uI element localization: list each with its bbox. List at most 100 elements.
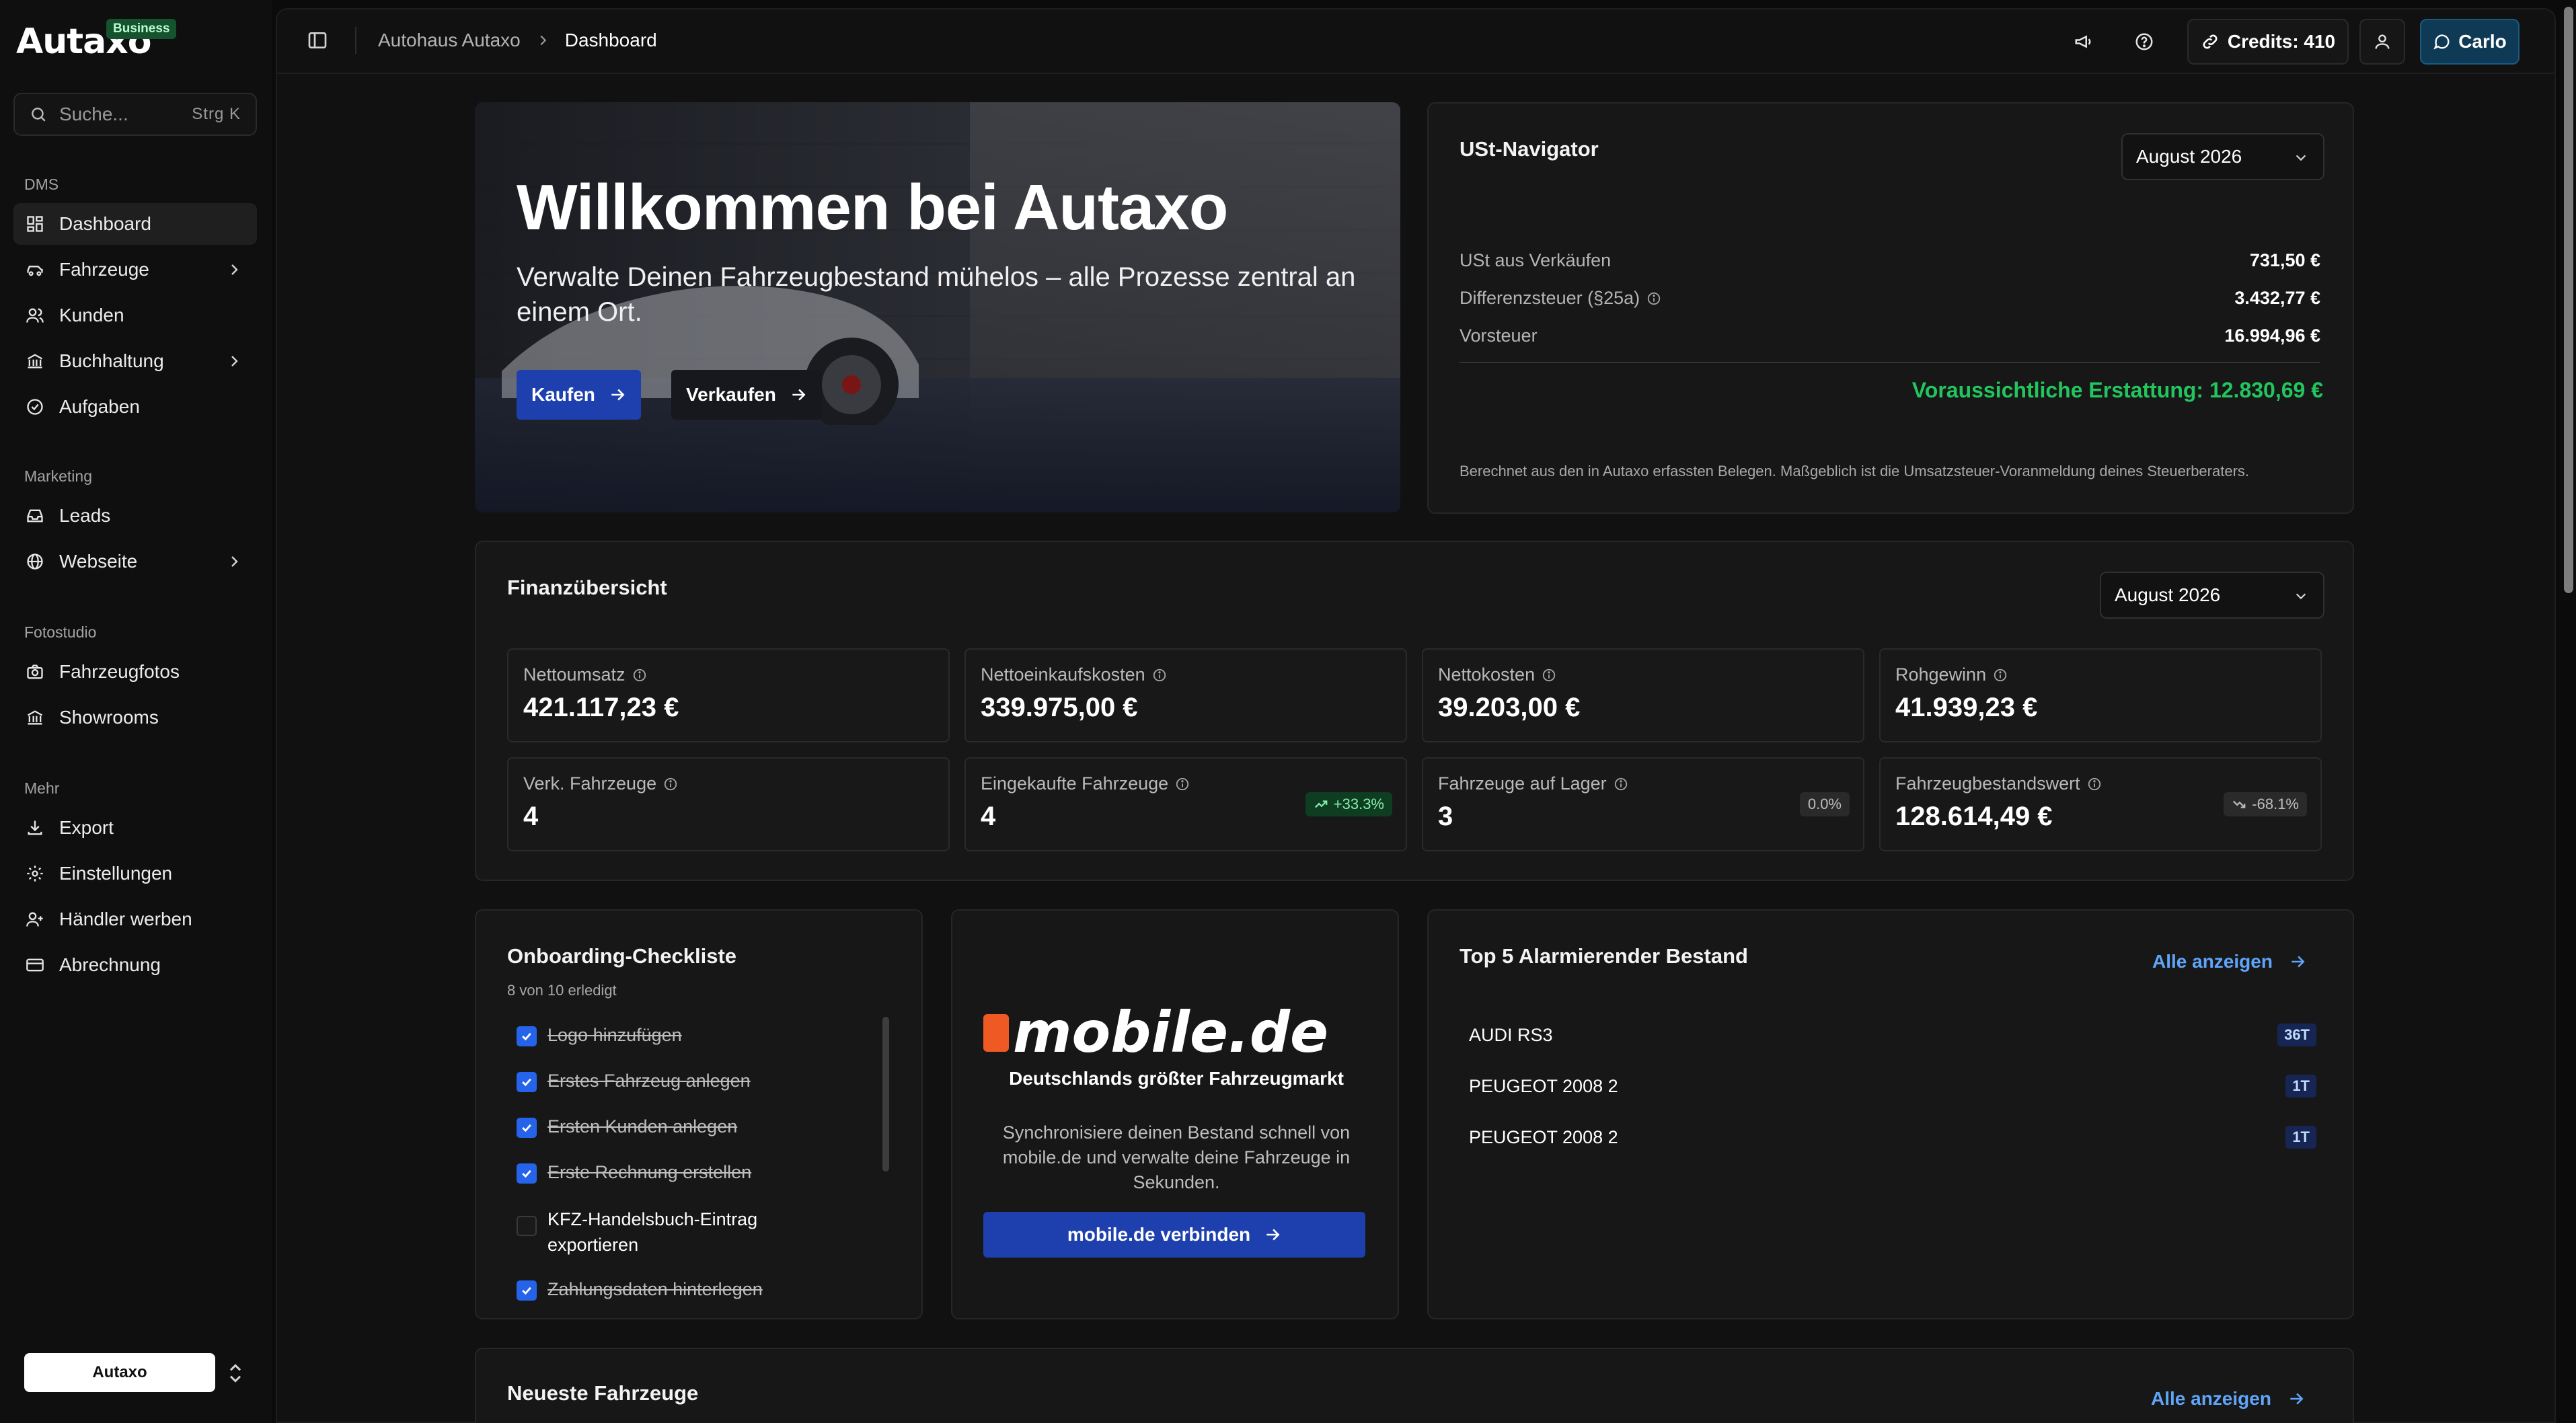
bank-icon xyxy=(27,354,43,369)
search-input[interactable]: Suche... Strg K xyxy=(13,93,257,136)
checkbox-checked[interactable] xyxy=(517,1280,537,1301)
info-icon[interactable] xyxy=(1646,291,1661,306)
brand-logo[interactable]: Autaxo Business xyxy=(16,19,178,63)
info-icon[interactable] xyxy=(663,777,678,792)
arrow-right-icon xyxy=(792,389,806,401)
info-icon[interactable] xyxy=(1542,668,1556,683)
ust-row-differential: Differenzsteuer (§25a) 3.432,77 € xyxy=(1460,288,2320,309)
sidebar-item-showrooms[interactable]: Showrooms xyxy=(13,697,257,738)
ust-disclaimer: Berechnet aus den in Autaxo erfassten Be… xyxy=(1460,463,2250,479)
trend-badge: 0.0% xyxy=(1799,792,1850,816)
stock-row[interactable]: PEUGEOT 2008 2 1T xyxy=(1469,1075,2316,1098)
connect-mobile-de-button[interactable]: mobile.de verbinden xyxy=(983,1212,1365,1258)
breadcrumb: Autohaus Autaxo Dashboard xyxy=(378,30,657,51)
info-icon[interactable] xyxy=(2087,777,2102,792)
download-icon xyxy=(28,820,42,835)
finance-period-select[interactable]: August 2026 xyxy=(2100,572,2324,619)
checklist-item[interactable]: Logo hinzufügen xyxy=(517,1025,853,1046)
checklist-scrollbar[interactable] xyxy=(882,1017,889,1171)
checklist-item[interactable]: Zahlungsdaten hinterlegen xyxy=(517,1279,853,1301)
checkbox-unchecked[interactable] xyxy=(517,1216,537,1236)
sidebar-item-fahrzeuge[interactable]: Fahrzeuge xyxy=(13,249,257,291)
link-label: Alle anzeigen xyxy=(2151,1388,2271,1409)
kpi-label: Verk. Fahrzeuge xyxy=(523,773,657,794)
kpi-value: 421.117,23 € xyxy=(523,693,679,722)
checkbox-checked[interactable] xyxy=(517,1118,537,1138)
user-menu-button[interactable]: Carlo xyxy=(2420,19,2520,65)
sidebar-item-kunden[interactable]: Kunden xyxy=(13,295,257,336)
check-icon xyxy=(522,1286,531,1295)
checkbox-checked[interactable] xyxy=(517,1072,537,1092)
account-button[interactable] xyxy=(2359,19,2405,65)
dashboard-icon xyxy=(27,216,43,232)
kpi-purchased-vehicles: Eingekaufte Fahrzeuge 4 +33.3% xyxy=(964,757,1407,851)
chevron-right-icon xyxy=(540,35,546,46)
newest-show-all-link[interactable]: Alle anzeigen xyxy=(2151,1388,2305,1410)
sidebar-item-export[interactable]: Export xyxy=(13,807,257,849)
stock-row[interactable]: PEUGEOT 2008 2 1T xyxy=(1469,1126,2316,1149)
top5-show-all-link[interactable]: Alle anzeigen xyxy=(2152,951,2306,972)
ust-row-value: 16.994,96 € xyxy=(2224,325,2320,346)
link-icon xyxy=(2203,34,2218,49)
top5-title: Top 5 Alarmierender Bestand xyxy=(1460,944,1748,968)
arrow-right-icon xyxy=(611,389,625,401)
sidebar-item-fahrzeugfotos[interactable]: Fahrzeugfotos xyxy=(13,651,257,693)
checklist-item-label: Ersten Kunden anlegen xyxy=(547,1116,738,1137)
checklist-item[interactable]: Ersten Kunden anlegen xyxy=(517,1116,853,1138)
sidebar-item-webseite[interactable]: Webseite xyxy=(13,541,257,582)
info-icon[interactable] xyxy=(1614,777,1628,792)
help-button[interactable] xyxy=(2121,19,2167,65)
search-icon xyxy=(32,108,46,122)
sidebar-item-label: Showrooms xyxy=(59,707,159,728)
sidebar-item-dashboard[interactable]: Dashboard xyxy=(13,203,257,245)
checkbox-checked[interactable] xyxy=(517,1026,537,1046)
link-label: Alle anzeigen xyxy=(2152,951,2273,972)
ust-period-select[interactable]: August 2026 xyxy=(2121,133,2324,180)
page-scrollbar-thumb[interactable] xyxy=(2564,7,2573,593)
trend-badge: -68.1% xyxy=(2224,792,2307,816)
checklist-item-label: Erste Rechnung erstellen xyxy=(547,1162,752,1182)
buy-button[interactable]: Kaufen xyxy=(517,370,641,420)
info-icon[interactable] xyxy=(632,668,647,683)
vehicle-name: AUDI RS3 xyxy=(1469,1024,1553,1045)
kpi-value: 41.939,23 € xyxy=(1895,693,2038,722)
sidebar-item-aufgaben[interactable]: Aufgaben xyxy=(13,386,257,428)
finance-period-value: August 2026 xyxy=(2115,584,2221,605)
chevrons-up-down-icon[interactable] xyxy=(226,1361,245,1385)
sidebar-toggle-icon[interactable] xyxy=(307,30,328,51)
checklist-item[interactable]: Erste Rechnung erstellen xyxy=(517,1162,853,1184)
workspace-switcher[interactable]: Autaxo xyxy=(24,1353,215,1392)
stock-row[interactable]: AUDI RS3 36T xyxy=(1469,1024,2316,1046)
checkbox-checked[interactable] xyxy=(517,1163,537,1184)
kpi-label-wrap: Rohgewinn xyxy=(1895,664,2008,685)
help-circle-icon xyxy=(2135,33,2153,50)
welcome-hero: Willkommen bei Autaxo Verwalte Deinen Fa… xyxy=(475,102,1400,512)
info-icon[interactable] xyxy=(1152,668,1167,683)
breadcrumb-item-dealer[interactable]: Autohaus Autaxo xyxy=(378,30,521,51)
hero-title: Willkommen bei Autaxo xyxy=(517,171,1228,243)
checklist-item[interactable]: KFZ-Handelsbuch-Eintrag exportieren xyxy=(517,1206,806,1258)
trend-value: -68.1% xyxy=(2252,796,2299,812)
info-icon[interactable] xyxy=(1175,777,1190,792)
sidebar-item-einstellungen[interactable]: Einstellungen xyxy=(13,853,257,894)
kpi-stock-value: Fahrzeugbestandswert 128.614,49 € -68.1% xyxy=(1879,757,2322,851)
days-badge: 1T xyxy=(2285,1126,2316,1149)
checklist-item[interactable]: Erstes Fahrzeug anlegen xyxy=(517,1071,853,1092)
sidebar-item-abrechnung[interactable]: Abrechnung xyxy=(13,944,257,986)
announcements-button[interactable] xyxy=(2061,19,2107,65)
chevron-right-icon xyxy=(231,556,238,567)
trending-down-icon xyxy=(2233,800,2246,808)
check-circle-icon xyxy=(27,399,43,415)
sidebar-item-buchhaltung[interactable]: Buchhaltung xyxy=(13,340,257,382)
sidebar-item-label: Buchhaltung xyxy=(59,350,164,371)
credits-button[interactable]: Credits: 410 xyxy=(2187,19,2349,65)
camera-icon xyxy=(27,664,43,679)
sidebar-group-fotostudio: Fotostudio Fahrzeugfotos Showrooms xyxy=(0,619,272,738)
sidebar-item-haendler-werben[interactable]: Händler werben xyxy=(13,898,257,940)
trending-up-icon xyxy=(1314,800,1328,808)
search-shortcut: Strg K xyxy=(192,105,241,123)
sidebar-item-leads[interactable]: Leads xyxy=(13,495,257,537)
info-icon[interactable] xyxy=(1993,668,2008,683)
sell-button[interactable]: Verkaufen xyxy=(671,370,822,420)
sidebar-item-label: Leads xyxy=(59,505,111,526)
